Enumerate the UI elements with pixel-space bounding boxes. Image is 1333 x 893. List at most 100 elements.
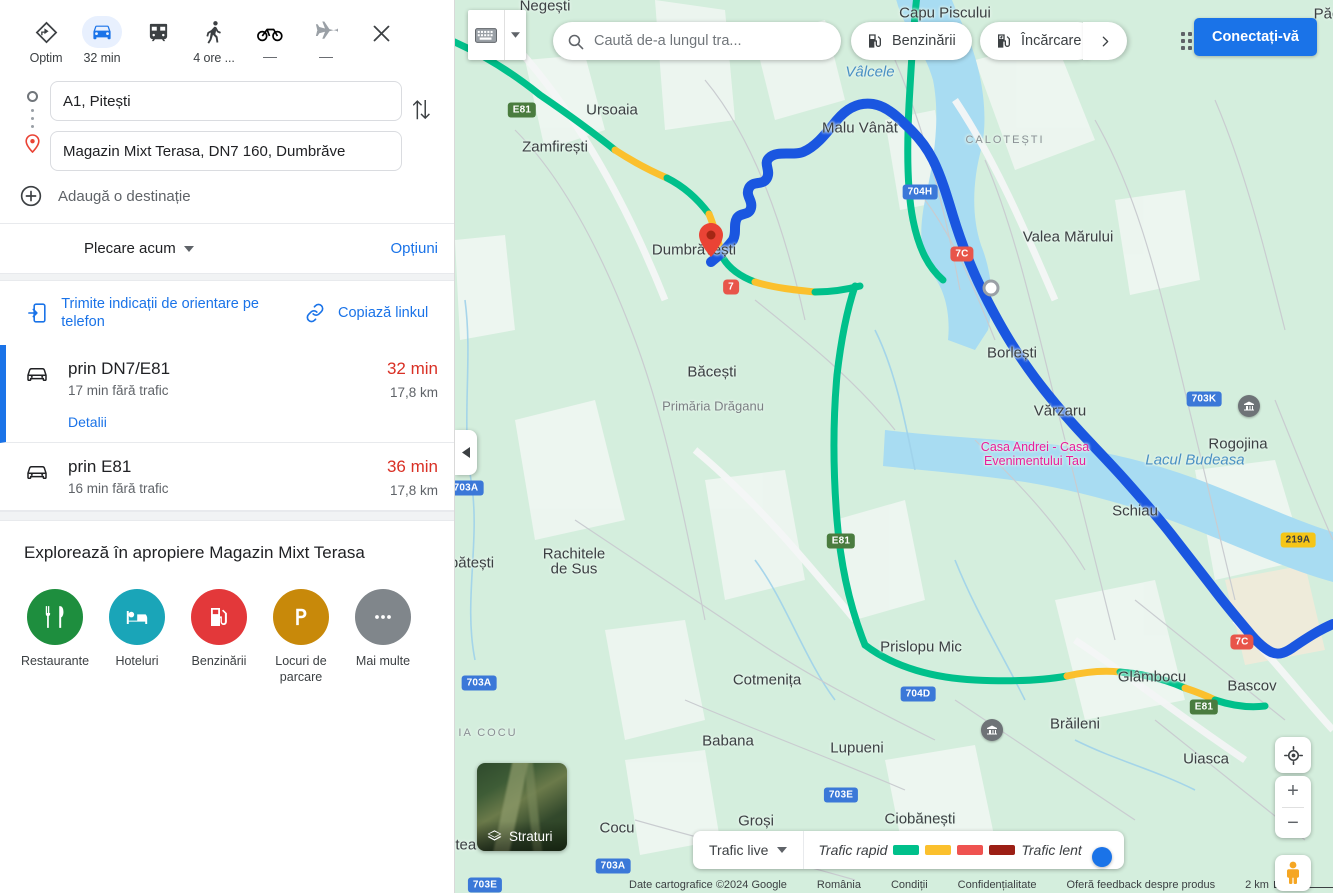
travel-mode-label: Optim xyxy=(29,51,63,65)
chevron-down-icon[interactable] xyxy=(183,245,194,252)
travel-mode-label: 4 ore ... xyxy=(193,51,235,65)
traffic-legend: Trafic rapid Trafic lent xyxy=(804,842,1095,858)
ev-charge-icon xyxy=(998,34,1010,48)
route-options-list: prin DN7/E81 17 min fără trafic Detalii 32 … xyxy=(0,345,454,512)
travel-mode-transit[interactable] xyxy=(130,10,186,51)
travel-mode-driving[interactable]: 32 min xyxy=(74,10,130,65)
search-along-route-input[interactable]: Caută de-a lungul tra... xyxy=(553,22,841,60)
options-button[interactable]: Opțiuni xyxy=(390,240,438,257)
layers-button[interactable]: Straturi xyxy=(477,763,567,851)
travel-mode-label: — xyxy=(263,48,277,64)
search-placeholder: Caută de-a lungul tra... xyxy=(594,33,742,49)
add-destination-label: Adaugă o destinație xyxy=(58,187,191,205)
more-icon xyxy=(355,589,411,646)
gas-icon xyxy=(191,589,247,646)
link-icon xyxy=(306,303,324,323)
keyboard-shortcuts-control[interactable] xyxy=(468,10,526,60)
traffic-slow-label: Trafic lent xyxy=(1021,842,1082,858)
explore-category-label: Mai multe xyxy=(355,654,411,669)
explore-categories: Restaurante Hoteluri Benzinării Locuri de p… xyxy=(0,589,454,685)
search-icon xyxy=(568,34,584,49)
add-destination-button[interactable]: Adaugă o destinație xyxy=(0,171,454,223)
sign-in-button[interactable]: Conectați-vă xyxy=(1193,18,1317,56)
zoom-in-button[interactable]: + xyxy=(1275,776,1311,807)
explore-category-label: Locuri de parcare xyxy=(275,654,327,684)
departure-time-select[interactable]: Plecare acum xyxy=(84,240,194,257)
keyboard-icon[interactable] xyxy=(468,27,504,43)
explore-category-hotel[interactable]: Hoteluri xyxy=(96,589,178,685)
zoom-controls[interactable]: + − xyxy=(1275,776,1311,838)
road-shield: 704D xyxy=(900,686,936,702)
close-icon xyxy=(373,25,389,41)
traffic-swatch-0 xyxy=(893,845,920,855)
section-divider xyxy=(0,273,454,281)
map-viewport[interactable]: NegeștiCapu PisculuiPădVâlceleUrsoaiaMal… xyxy=(455,0,1333,893)
layers-icon xyxy=(487,829,502,841)
poi-townhall-icon[interactable] xyxy=(1238,395,1260,417)
travel-mode-label: — xyxy=(319,48,333,64)
traffic-mode-select[interactable]: Trafic live xyxy=(693,831,805,869)
route-subtitle: 16 min fără trafic xyxy=(68,481,169,497)
footer-privacy[interactable]: Confidențialitate xyxy=(958,879,1037,891)
departure-label: Plecare acum xyxy=(84,240,176,257)
road-shield: E81 xyxy=(1189,699,1219,715)
origin-input[interactable]: A1, Pitești xyxy=(50,81,402,121)
car-icon xyxy=(82,16,122,48)
route-details-link[interactable]: Detalii xyxy=(68,414,352,430)
close-directions-button[interactable] xyxy=(360,12,402,54)
chip-benzinarii[interactable]: Benzinării xyxy=(851,22,972,60)
road-shield: E81 xyxy=(507,102,537,118)
route-dots-icon xyxy=(30,109,34,128)
poi-townhall-icon-2[interactable] xyxy=(981,719,1003,741)
chips-next-button[interactable] xyxy=(1083,22,1127,60)
route-duration: 32 min xyxy=(386,359,438,379)
road-shield: E81 xyxy=(826,533,856,549)
route-distance: 17,8 km xyxy=(389,483,438,499)
swap-endpoints-button[interactable] xyxy=(402,77,442,121)
chevron-down-icon[interactable] xyxy=(777,847,788,853)
route-option-1[interactable]: prin E81 16 min fără trafic 36 min 17,8 km xyxy=(0,443,454,512)
explore-nearby-section: Explorează în apropiere Magazin Mixt Ter… xyxy=(0,521,454,685)
chevron-down-icon[interactable] xyxy=(504,10,526,60)
route-duration: 36 min xyxy=(386,457,438,477)
pegman-button[interactable] xyxy=(1275,855,1311,891)
footer-country[interactable]: România xyxy=(817,879,861,891)
zoom-out-button[interactable]: − xyxy=(1275,808,1311,839)
chevron-left-icon xyxy=(462,447,470,458)
destination-marker-pin[interactable] xyxy=(699,223,723,262)
road-shield: 704H xyxy=(902,184,938,200)
road-shield: 703A xyxy=(455,480,484,496)
road-shield: 219A xyxy=(1280,532,1316,548)
travel-mode-cycling[interactable]: — xyxy=(242,10,298,64)
map-base-canvas xyxy=(455,0,1333,893)
swap-arrows-icon xyxy=(413,100,430,120)
route-metrics: 32 min 17,8 km xyxy=(352,359,438,430)
traffic-legend-bar[interactable]: Trafic live Trafic rapid Trafic lent xyxy=(693,831,1124,869)
explore-category-label: Restaurante xyxy=(20,654,90,669)
collapse-sidebar-button[interactable] xyxy=(455,430,477,475)
departure-options-row: Plecare acum Opțiuni xyxy=(0,224,454,273)
route-car-icon xyxy=(6,457,68,498)
route-option-0[interactable]: prin DN7/E81 17 min fără trafic Detalii 32 … xyxy=(0,345,454,444)
travel-mode-walking[interactable]: 4 ore ... xyxy=(186,10,242,65)
my-location-button[interactable] xyxy=(1275,737,1311,773)
route-title: prin E81 xyxy=(68,457,132,477)
explore-category-gas[interactable]: Benzinării xyxy=(178,589,260,685)
copy-link-label: Copiază linkul xyxy=(338,305,429,322)
explore-category-restaurant[interactable]: Restaurante xyxy=(14,589,96,685)
gas-pump-icon xyxy=(869,34,881,48)
travel-mode-flights[interactable]: — xyxy=(298,10,354,64)
chip-label: Benzinării xyxy=(892,33,956,49)
endpoint-fields: A1, Pitești Magazin Mixt Terasa, DN7 160… xyxy=(50,77,402,171)
explore-category-more[interactable]: Mai multe xyxy=(342,589,424,685)
travel-mode-best-route[interactable]: Optim xyxy=(18,10,74,65)
send-directions-to-phone-button[interactable]: Trimite indicații de orientare pe telefo… xyxy=(28,295,298,331)
destination-input[interactable]: Magazin Mixt Terasa, DN7 160, Dumbrăve xyxy=(50,131,402,171)
copy-link-button[interactable]: Copiază linkul xyxy=(304,302,428,324)
chip-incarcare[interactable]: Încărcare xyxy=(980,22,1098,60)
traffic-swatch-2 xyxy=(957,845,984,855)
footer-feedback[interactable]: Oferă feedback despre produs xyxy=(1067,879,1216,891)
footer-terms[interactable]: Condiții xyxy=(891,879,928,891)
explore-category-parking[interactable]: Locuri de parcare xyxy=(260,589,342,685)
traffic-swatch-1 xyxy=(925,845,952,855)
